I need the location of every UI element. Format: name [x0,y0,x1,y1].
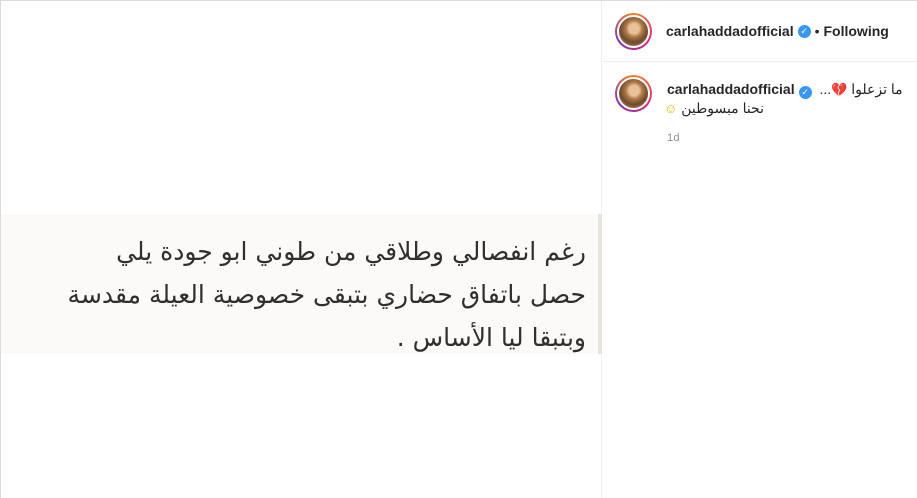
caption-line-1: carlahaddadofficial ✓ ...💔 ما تزعلوا [667,80,903,99]
post-header: carlahaddadofficial ✓ • Following [602,1,917,62]
media-image: رغم انفصالي وطلاقي من طوني ابو جودة يلي … [1,214,602,354]
broken-heart-icon: 💔 [831,82,848,97]
caption-line-2: نحنا مبسوطين ☺ [664,99,764,118]
following-button[interactable]: Following [824,23,889,39]
caption-username[interactable]: carlahaddadofficial [667,81,795,97]
caption-body: carlahaddadofficial ✓ ...💔 ما تزعلوا نحنا… [664,80,903,144]
caption-verified-badge-icon: ✓ [798,86,812,99]
smiling-face-icon: ☺ [664,101,678,116]
avatar[interactable] [615,12,652,50]
post-modal: رغم انفصالي وطلاقي من طوني ابو جودة يلي … [0,0,917,498]
caption-avatar-photo [617,77,650,110]
post-timestamp[interactable]: 1d [667,132,899,144]
media-image-text: رغم انفصالي وطلاقي من طوني ابو جودة يلي … [67,237,586,352]
caption-text-1: ما تزعلوا [851,81,903,97]
caption-ellipsis: ... [819,81,832,97]
caption-text-2: نحنا مبسوطين [681,100,764,116]
post-sidebar: carlahaddadofficial ✓ • Following carlah… [602,1,917,498]
post-media[interactable]: رغم انفصالي وطلاقي من طوني ابو جودة يلي … [1,1,602,498]
avatar-photo [617,14,650,48]
caption-avatar[interactable] [615,75,652,112]
caption: carlahaddadofficial ✓ ...💔 ما تزعلوا نحنا… [615,75,905,144]
header-username[interactable]: carlahaddadofficial [666,23,794,39]
separator-dot: • [814,23,820,39]
verified-badge-icon: ✓ [797,24,811,38]
